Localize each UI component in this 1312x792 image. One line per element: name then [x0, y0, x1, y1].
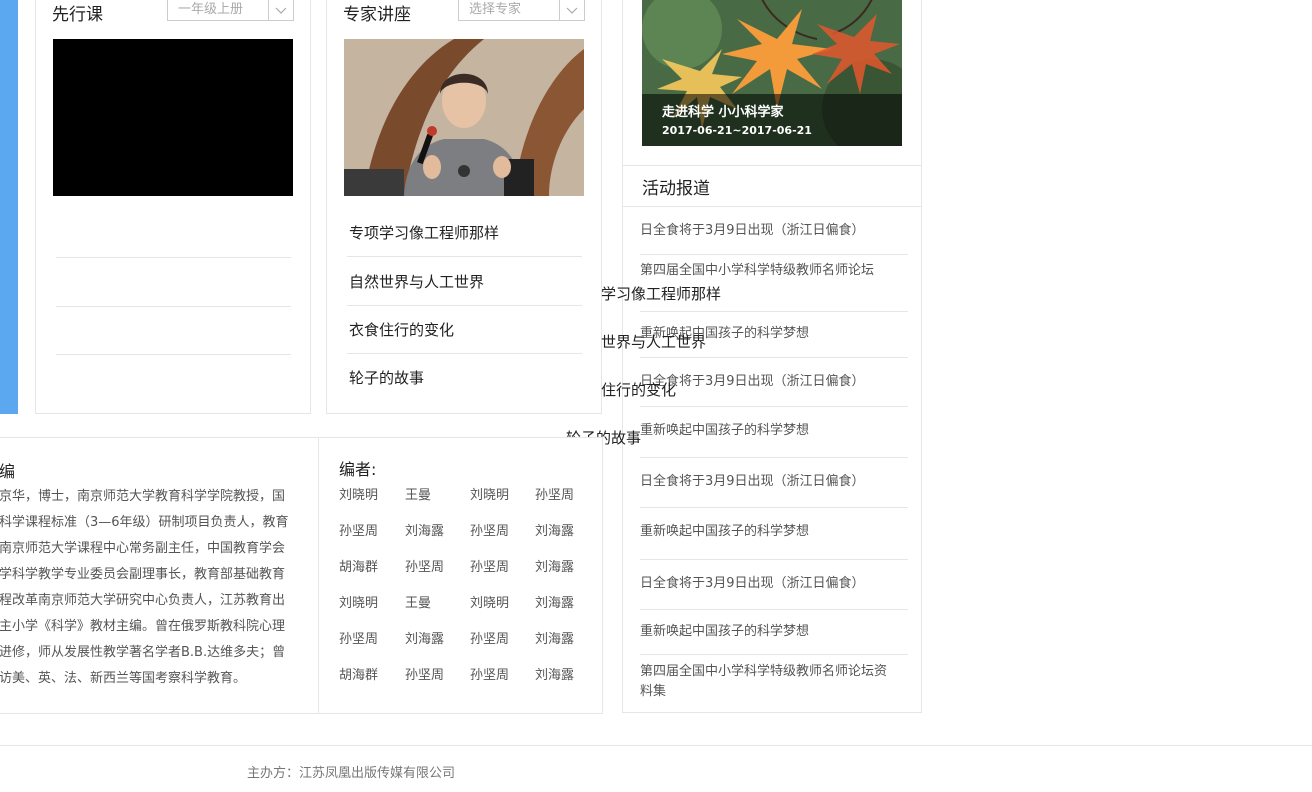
editor-name: 孙坚周	[405, 668, 445, 683]
news-item[interactable]: 日全食将于3月9日出现（浙江日偏食）	[640, 358, 908, 407]
editor-name: 刘海露	[405, 632, 445, 647]
news-item[interactable]: 日全食将于3月9日出现（浙江日偏食）	[640, 560, 908, 610]
news-header: 活动报道	[623, 165, 921, 207]
editor-name: 孙坚周	[339, 632, 379, 647]
news-item-label: 重新唤起中国孩子的科学梦想	[640, 624, 810, 639]
chief-editor-title: 编	[0, 462, 16, 481]
bio-line: 京华，博士，南京师范大学教育科学学院教授，国	[0, 489, 286, 504]
bio-line: 科学课程标准（3—6年级）研制项目负责人，教育	[0, 515, 289, 530]
footer-sponsor: 主办方：江苏凤凰出版传媒有限公司	[247, 766, 456, 781]
bio-line: 访美、英、法、新西兰等国考察科学教育。	[0, 671, 247, 686]
news-title: 活动报道	[642, 179, 710, 199]
editor-name: 孙坚周	[470, 524, 510, 539]
bio-line: 主小学《科学》教材主编。曾在俄罗斯教科院心理	[0, 619, 286, 634]
activity-panel: 走进科学 小小科学家 2017-06-21~2017-06-21 活动报道 日全…	[622, 0, 922, 713]
lecture-list-item[interactable]: 专项学习像工程师那样	[347, 209, 582, 257]
news-item[interactable]: 第四届全国中小学科学特级教师名师论坛资料集	[640, 662, 898, 708]
bio-line: 南京师范大学课程中心常务副主任，中国教育学会	[0, 541, 286, 556]
editor-name: 刘晓明	[470, 596, 510, 611]
preview-course-title: 先行课	[52, 5, 103, 25]
overflow-lecture-item: 世界与人工世界	[601, 333, 707, 351]
lecture-item-label: 自然世界与人工世界	[349, 273, 485, 291]
editor-name: 刘海露	[535, 596, 575, 611]
editor-name: 孙坚周	[470, 668, 510, 683]
event-banner-date: 2017-06-21~2017-06-21	[662, 124, 812, 137]
editor-name: 孙坚周	[339, 524, 379, 539]
chief-editor-bio: 京华，博士，南京师范大学教育科学学院教授，国 科学课程标准（3—6年级）研制项目…	[0, 484, 311, 692]
lecture-item-label: 专项学习像工程师那样	[349, 224, 500, 242]
editor-name: 王曼	[405, 488, 432, 503]
news-item-label: 日全食将于3月9日出现（浙江日偏食）	[640, 223, 865, 238]
editor-name: 刘海露	[535, 632, 575, 647]
news-item-label: 第四届全国中小学科学特级教师名师论坛资料集	[640, 664, 888, 699]
news-item[interactable]: 日全食将于3月9日出现（浙江日偏食）	[640, 458, 908, 508]
expert-select-placeholder: 选择专家	[469, 2, 522, 17]
editor-name: 胡海群	[339, 668, 379, 683]
footer-divider	[0, 745, 1312, 746]
list-divider	[56, 306, 291, 355]
left-accent-bar	[0, 0, 18, 414]
news-item-label: 日全食将于3月9日出现（浙江日偏食）	[640, 576, 865, 591]
editor-name: 刘海露	[535, 524, 575, 539]
editor-name: 刘海露	[535, 668, 575, 683]
expert-select[interactable]: 选择专家	[458, 0, 585, 21]
expert-lecture-title: 专家讲座	[343, 5, 411, 25]
editor-name: 孙坚周	[405, 560, 445, 575]
editor-info-panel: 编 京华，博士，南京师范大学教育科学学院教授，国 科学课程标准（3—6年级）研制…	[0, 437, 603, 714]
column-divider	[318, 438, 319, 713]
event-banner[interactable]: 走进科学 小小科学家 2017-06-21~2017-06-21	[642, 0, 902, 146]
preview-course-panel: 先行课 一年级上册	[35, 0, 311, 414]
grade-select-value: 一年级上册	[178, 2, 244, 17]
editor-name: 刘海露	[405, 524, 445, 539]
overflow-lecture-item: 住行的变化	[601, 381, 677, 399]
expert-lecture-panel: 专家讲座 选择专家 专项学习像工程师那样 自然世界与人工世界 衣食住行的变化 轮…	[326, 0, 602, 414]
list-divider	[56, 209, 291, 258]
lecture-list-item[interactable]: 衣食住行的变化	[347, 306, 582, 354]
editor-name: 胡海群	[339, 560, 379, 575]
news-item[interactable]: 日全食将于3月9日出现（浙江日偏食）	[640, 208, 908, 255]
news-item[interactable]: 重新唤起中国孩子的科学梦想	[640, 610, 908, 655]
video-player[interactable]	[53, 39, 293, 196]
editor-name: 刘海露	[535, 560, 575, 575]
news-item[interactable]: 重新唤起中国孩子的科学梦想	[640, 508, 908, 560]
editor-name: 刘晓明	[470, 488, 510, 503]
lecture-item-label: 轮子的故事	[349, 369, 425, 387]
lecture-photo[interactable]	[344, 39, 584, 196]
chevron-down-icon	[268, 0, 293, 20]
editors-grid: 刘晓明 王曼 刘晓明 孙坚周 孙坚周 刘海露 孙坚周 刘海露 胡海群 孙坚周 孙坚周 刘海露 刘晓明 王曼…	[339, 484, 599, 700]
bio-line: 进修，师从发展性教学著名学者B.B.达维多夫；曾	[0, 645, 286, 660]
news-item-label: 日全食将于3月9日出现（浙江日偏食）	[640, 474, 865, 489]
editor-name: 刘晓明	[339, 488, 379, 503]
lecture-list-item[interactable]: 轮子的故事	[347, 354, 582, 402]
news-item-label: 第四届全国中小学科学特级教师名师论坛	[640, 263, 875, 278]
news-item-label: 重新唤起中国孩子的科学梦想	[640, 524, 810, 539]
grade-select[interactable]: 一年级上册	[167, 0, 294, 21]
editor-name: 孙坚周	[535, 488, 575, 503]
editor-name: 孙坚周	[470, 560, 510, 575]
lecture-item-label: 衣食住行的变化	[349, 321, 455, 339]
bio-line: 程改革南京师范大学研究中心负责人，江苏教育出	[0, 593, 286, 608]
lecture-list-item[interactable]: 自然世界与人工世界	[347, 258, 582, 306]
editor-name: 王曼	[405, 596, 432, 611]
editor-name: 孙坚周	[470, 632, 510, 647]
bio-line: 学科学教学专业委员会副理事长，教育部基础教育	[0, 567, 286, 582]
news-item[interactable]: 重新唤起中国孩子的科学梦想	[640, 407, 908, 458]
overflow-lecture-item: 学习像工程师那样	[601, 285, 722, 303]
editor-name: 刘晓明	[339, 596, 379, 611]
list-divider	[56, 258, 291, 307]
news-item-label: 重新唤起中国孩子的科学梦想	[640, 423, 810, 438]
editors-title: 编者:	[339, 460, 377, 479]
event-banner-title: 走进科学 小小科学家	[662, 105, 784, 120]
chevron-down-icon	[559, 0, 584, 20]
